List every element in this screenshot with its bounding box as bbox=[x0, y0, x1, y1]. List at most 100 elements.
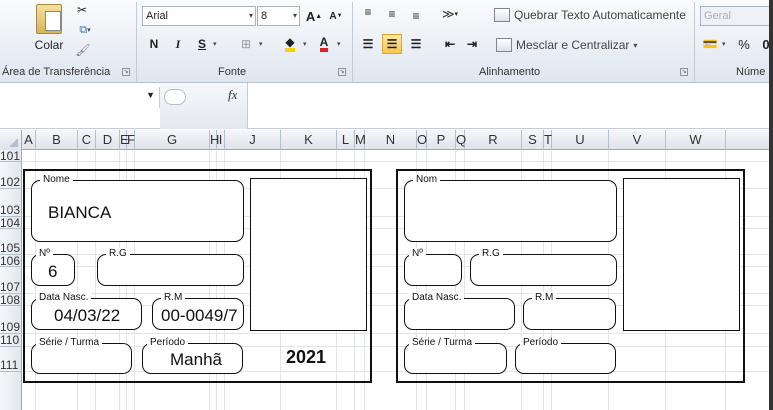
chevron-down-icon: ▾ bbox=[633, 40, 638, 50]
chevron-down-icon[interactable]: ▼ bbox=[146, 90, 155, 100]
percent-button[interactable]: % bbox=[734, 34, 754, 54]
number-field[interactable]: Nº 6 bbox=[31, 248, 75, 286]
align-right-button[interactable]: ☰ bbox=[406, 34, 426, 54]
align-left-button[interactable]: ☰ bbox=[358, 34, 378, 54]
column-header-v[interactable]: V bbox=[609, 130, 666, 150]
name-field[interactable]: Nom bbox=[404, 174, 617, 242]
row-header-107[interactable]: 107 bbox=[0, 267, 22, 294]
wrap-text-button[interactable]: Quebrar Texto Automaticamente bbox=[494, 8, 686, 22]
chevron-down-icon: ▾ bbox=[292, 11, 297, 20]
rg-label: R.G bbox=[479, 248, 503, 260]
align-top-button[interactable]: ≡ bbox=[358, 2, 378, 22]
currency-button[interactable]: 💳 bbox=[700, 34, 720, 54]
formula-cancel-icon[interactable] bbox=[164, 89, 186, 105]
column-header-k[interactable]: K bbox=[281, 130, 337, 150]
column-header-g[interactable]: G bbox=[135, 130, 210, 150]
birth-date-field[interactable]: Data Nasc. 04/03/22 bbox=[31, 292, 142, 330]
column-header-o[interactable]: O bbox=[417, 130, 427, 150]
column-header-q[interactable]: Q bbox=[456, 130, 466, 150]
row-header-109[interactable]: 109 bbox=[0, 306, 22, 334]
copy-icon[interactable]: ⧉ ▾ bbox=[74, 22, 96, 38]
rg-field[interactable]: R.G bbox=[97, 248, 244, 286]
row-header-108[interactable]: 108 bbox=[0, 294, 22, 306]
insert-function-icon[interactable]: fx bbox=[228, 87, 237, 103]
font-family-combo[interactable]: Arial ▾ bbox=[142, 6, 256, 26]
formula-input[interactable] bbox=[248, 83, 773, 129]
column-header-b[interactable]: B bbox=[36, 130, 78, 150]
name-box[interactable]: ▼ bbox=[0, 87, 160, 108]
format-painter-icon[interactable]: 🖌 bbox=[74, 42, 92, 58]
column-header-m[interactable]: M bbox=[355, 130, 366, 150]
increase-indent-button[interactable]: ⇥ bbox=[462, 34, 482, 54]
name-field[interactable]: Nome BIANCA bbox=[31, 174, 244, 242]
grow-font-button[interactable]: A ▲ bbox=[304, 6, 324, 26]
class-field[interactable]: Série / Turma bbox=[404, 337, 507, 374]
column-header-c[interactable]: C bbox=[78, 130, 96, 150]
align-bottom-button[interactable]: ≡ bbox=[406, 6, 426, 26]
row-header-106[interactable]: 106 bbox=[0, 255, 22, 267]
period-field[interactable]: Período bbox=[515, 337, 616, 374]
chevron-down-icon[interactable]: ▾ bbox=[259, 40, 263, 48]
column-header-d[interactable]: D bbox=[96, 130, 120, 150]
underline-button[interactable]: S bbox=[192, 34, 212, 54]
decrease-indent-button[interactable]: ⇤ bbox=[440, 34, 460, 54]
column-header-t[interactable]: T bbox=[544, 130, 552, 150]
font-launcher-icon[interactable]: ↘ bbox=[338, 68, 346, 76]
column-header-n[interactable]: N bbox=[365, 130, 417, 150]
row-header-105[interactable]: 105 bbox=[0, 229, 22, 255]
alignment-launcher-icon[interactable]: ↘ bbox=[680, 68, 688, 76]
column-header-i[interactable]: I bbox=[217, 130, 225, 150]
row-header-110[interactable]: 110 bbox=[0, 334, 22, 347]
column-header-e[interactable]: E bbox=[120, 130, 129, 150]
borders-button[interactable]: ⊞ bbox=[236, 34, 256, 54]
align-middle-button[interactable]: ≡ bbox=[382, 4, 402, 24]
row-header-104[interactable]: 104 bbox=[0, 217, 22, 229]
rm-field[interactable]: R.M bbox=[523, 292, 616, 330]
column-header-f[interactable]: F bbox=[127, 130, 135, 150]
class-field[interactable]: Série / Turma bbox=[31, 337, 132, 374]
column-header-s[interactable]: S bbox=[522, 130, 544, 150]
chevron-down-icon[interactable]: ▾ bbox=[303, 40, 307, 48]
merge-center-button[interactable]: Mesclar e Centralizar ▾ bbox=[496, 38, 637, 52]
chevron-down-icon[interactable]: ▾ bbox=[337, 40, 341, 48]
photo-box bbox=[250, 178, 367, 331]
column-header-p[interactable]: P bbox=[427, 130, 456, 150]
rm-label: R.M bbox=[161, 292, 186, 304]
paste-button[interactable]: Colar bbox=[26, 0, 72, 56]
column-header-a[interactable]: A bbox=[22, 130, 36, 150]
birth-date-field[interactable]: Data Nasc. bbox=[404, 292, 515, 330]
bold-button[interactable]: N bbox=[144, 34, 164, 54]
row-header-102[interactable]: 102 bbox=[0, 162, 22, 189]
cut-icon[interactable]: ✂ bbox=[74, 2, 90, 18]
column-header-h[interactable]: H bbox=[210, 130, 219, 150]
column-header-j[interactable]: J bbox=[225, 130, 281, 150]
column-header-u[interactable]: U bbox=[552, 130, 609, 150]
clipboard-launcher-icon[interactable]: ↘ bbox=[122, 68, 130, 76]
rm-field[interactable]: R.M 00-0049/7 bbox=[152, 292, 244, 330]
select-all-button[interactable] bbox=[0, 130, 22, 150]
italic-button[interactable]: I bbox=[168, 34, 188, 54]
font-color-button[interactable]: A bbox=[314, 34, 334, 54]
row-header-103[interactable]: 103 bbox=[0, 189, 22, 217]
shrink-font-button[interactable]: A ▼ bbox=[326, 6, 346, 26]
period-field[interactable]: Período Manhã bbox=[142, 337, 243, 374]
id-card: Nom Nº R.G Data Nasc. R.M Série / Turma … bbox=[396, 169, 745, 383]
fill-color-button[interactable]: ◆ bbox=[280, 34, 300, 54]
orientation-button[interactable]: ≫ ▾ bbox=[440, 4, 460, 24]
font-family-value: Arial bbox=[146, 10, 169, 22]
column-header-l[interactable]: L bbox=[337, 130, 355, 150]
column-header-r[interactable]: R bbox=[465, 130, 522, 150]
font-size-combo[interactable]: 8 ▾ bbox=[257, 6, 300, 26]
grow-font-icon: A bbox=[305, 8, 316, 24]
number-field[interactable]: Nº bbox=[404, 248, 462, 286]
chevron-down-icon[interactable]: ▾ bbox=[213, 40, 217, 48]
row-header-101[interactable]: 101 bbox=[0, 150, 22, 162]
worksheet[interactable]: ABCDEFGHIJKLMNOPQRSTUVW 101 102 103 104 105 1… bbox=[0, 130, 773, 410]
align-center-button[interactable]: ☰ bbox=[382, 34, 402, 54]
row-header-111[interactable]: 111 bbox=[0, 347, 22, 372]
chevron-down-icon[interactable]: ▾ bbox=[722, 40, 726, 48]
column-header-w[interactable]: W bbox=[666, 130, 726, 150]
number-format-combo[interactable]: Geral bbox=[700, 6, 773, 26]
rg-field[interactable]: R.G bbox=[470, 248, 617, 286]
wrap-text-icon bbox=[494, 8, 510, 22]
